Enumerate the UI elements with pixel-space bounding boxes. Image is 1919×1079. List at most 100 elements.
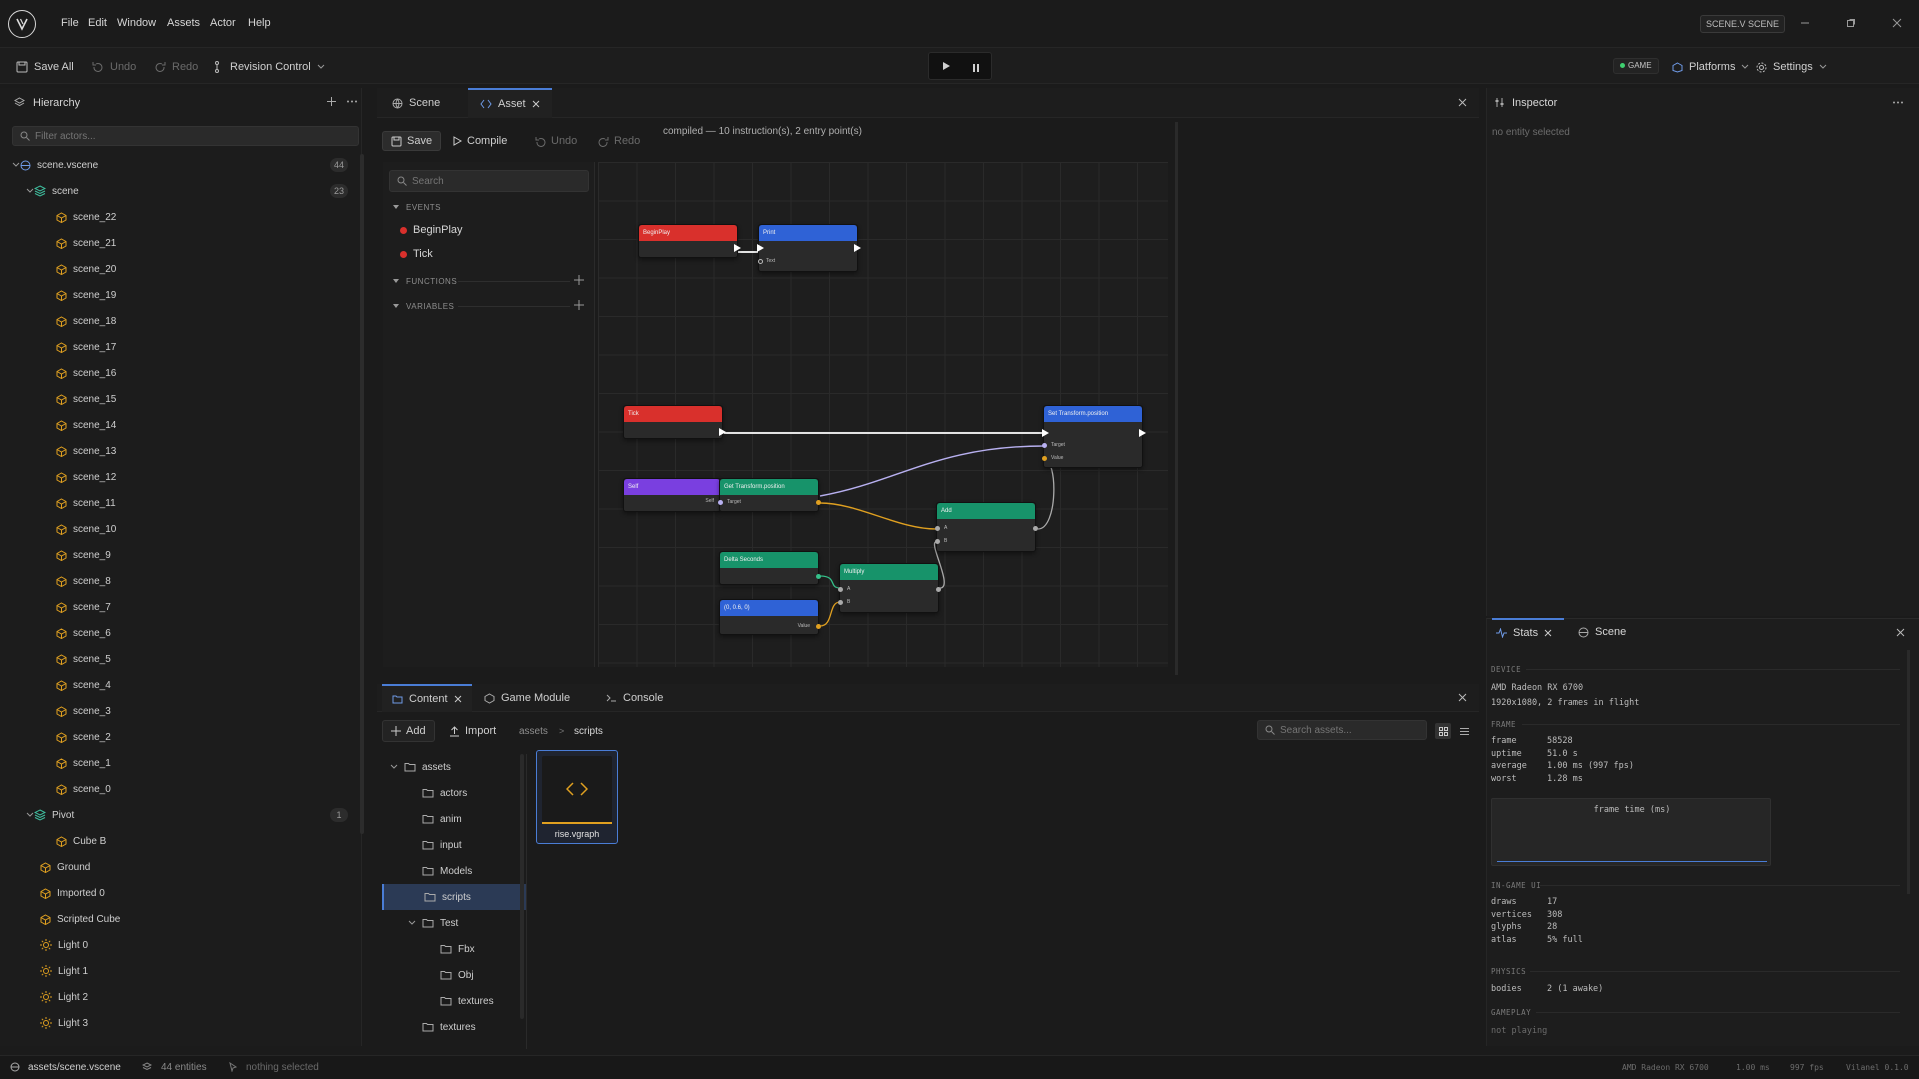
import-button[interactable]: Import bbox=[440, 720, 505, 742]
editor-scrollbar[interactable] bbox=[1175, 122, 1178, 675]
b-pin[interactable] bbox=[838, 600, 843, 605]
node-multiply[interactable]: Multiply A B bbox=[838, 563, 941, 613]
add-asset-button[interactable]: Add bbox=[382, 720, 435, 742]
exec-in-pin[interactable] bbox=[757, 244, 764, 252]
float-out-pin[interactable] bbox=[816, 574, 821, 579]
menu-edit[interactable]: Edit bbox=[88, 17, 107, 29]
exec-out-pin[interactable] bbox=[734, 244, 741, 252]
a-pin[interactable] bbox=[838, 587, 843, 592]
value-pin[interactable] bbox=[1042, 456, 1047, 461]
close-panel-icon[interactable] bbox=[1458, 98, 1467, 107]
tree-item[interactable]: scene_15 bbox=[0, 386, 358, 412]
vector-out-pin[interactable] bbox=[816, 624, 821, 629]
tree-item[interactable]: scene_8 bbox=[0, 568, 358, 594]
event-item-tick[interactable]: Tick bbox=[400, 248, 433, 260]
tree-item[interactable]: scene_1 bbox=[0, 750, 358, 776]
graph-redo-button[interactable]: Redo bbox=[598, 131, 640, 151]
tree-item[interactable]: scene_18 bbox=[0, 308, 358, 334]
result-pin[interactable] bbox=[936, 587, 941, 592]
folder-item[interactable]: textures bbox=[382, 988, 526, 1014]
more-icon[interactable] bbox=[346, 96, 358, 107]
graph-search[interactable] bbox=[389, 170, 589, 192]
node-tick[interactable]: Tick bbox=[623, 405, 726, 439]
asset-search-input[interactable] bbox=[1280, 723, 1420, 738]
tree-item[interactable]: Light 1 bbox=[0, 958, 358, 984]
pause-icon[interactable] bbox=[968, 60, 984, 76]
tab-scene-stats[interactable]: Scene bbox=[1578, 618, 1626, 646]
tree-item[interactable]: scene_3 bbox=[0, 698, 358, 724]
breadcrumb-scripts[interactable]: scripts bbox=[574, 726, 603, 737]
folder-item[interactable]: assets bbox=[382, 754, 526, 780]
tree-item-pivot[interactable]: Pivot 1 bbox=[0, 802, 358, 828]
play-icon[interactable] bbox=[938, 58, 954, 74]
tree-item[interactable]: Light 0 bbox=[0, 932, 358, 958]
close-window-icon[interactable] bbox=[1888, 14, 1906, 32]
folder-item[interactable]: Obj bbox=[382, 962, 526, 988]
folder-item[interactable]: Models bbox=[382, 858, 526, 884]
node-delta-seconds[interactable]: Delta Seconds bbox=[719, 551, 821, 585]
a-pin[interactable] bbox=[935, 526, 940, 531]
hierarchy-scrollbar[interactable] bbox=[360, 154, 364, 834]
tree-item[interactable]: scene_21 bbox=[0, 230, 358, 256]
tree-item-scene-group[interactable]: scene 23 bbox=[0, 178, 358, 204]
folder-item[interactable]: textures bbox=[382, 1014, 526, 1040]
event-item-beginplay[interactable]: BeginPlay bbox=[400, 224, 463, 236]
exec-in-pin[interactable] bbox=[1042, 429, 1049, 437]
node-print[interactable]: Print Text bbox=[757, 224, 861, 272]
add-function-icon[interactable] bbox=[574, 275, 584, 285]
tab-asset[interactable]: Asset bbox=[468, 88, 552, 118]
tree-item-root[interactable]: scene.vscene 44 bbox=[0, 152, 358, 178]
close-panel-icon[interactable] bbox=[1896, 628, 1905, 637]
tree-item[interactable]: Imported 0 bbox=[0, 880, 358, 906]
tree-item[interactable]: scene_2 bbox=[0, 724, 358, 750]
folder-item[interactable]: input bbox=[382, 832, 526, 858]
undo-button[interactable]: Undo bbox=[92, 61, 136, 73]
caret-down-icon[interactable] bbox=[392, 203, 400, 211]
revision-control-button[interactable]: Revision Control bbox=[214, 61, 325, 73]
result-pin[interactable] bbox=[1033, 526, 1038, 531]
grid-view-icon[interactable] bbox=[1435, 723, 1451, 739]
caret-down-icon[interactable] bbox=[392, 302, 400, 310]
list-view-icon[interactable] bbox=[1456, 723, 1472, 739]
tree-item[interactable]: scene_0 bbox=[0, 776, 358, 802]
tab-stats[interactable]: Stats bbox=[1492, 618, 1564, 646]
tree-item[interactable]: scene_16 bbox=[0, 360, 358, 386]
tree-item[interactable]: scene_14 bbox=[0, 412, 358, 438]
tree-item[interactable]: scene_10 bbox=[0, 516, 358, 542]
tree-item[interactable]: scene_12 bbox=[0, 464, 358, 490]
target-pin[interactable] bbox=[1042, 443, 1047, 448]
hierarchy-filter[interactable] bbox=[12, 126, 359, 146]
folder-item[interactable]: Test bbox=[382, 910, 526, 936]
b-pin[interactable] bbox=[935, 539, 940, 544]
tree-item[interactable]: scene_5 bbox=[0, 646, 358, 672]
exec-out-pin[interactable] bbox=[719, 428, 726, 436]
folder-item[interactable]: anim bbox=[382, 806, 526, 832]
node-add[interactable]: Add A B bbox=[935, 502, 1038, 552]
asset-search[interactable] bbox=[1257, 720, 1427, 740]
breadcrumb-assets[interactable]: assets bbox=[519, 726, 548, 737]
folder-item[interactable]: actors bbox=[382, 780, 526, 806]
tree-item[interactable]: scene_19 bbox=[0, 282, 358, 308]
tree-item[interactable]: Light 2 bbox=[0, 984, 358, 1010]
menu-actor[interactable]: Actor bbox=[210, 17, 236, 29]
node-get-transform[interactable]: Get Transform.position Target bbox=[718, 478, 821, 512]
menu-help[interactable]: Help bbox=[248, 17, 271, 29]
tree-item[interactable]: scene_4 bbox=[0, 672, 358, 698]
tab-content[interactable]: Content bbox=[382, 684, 472, 712]
asset-tile-rise-vgraph[interactable]: rise.vgraph bbox=[536, 750, 618, 844]
add-variable-icon[interactable] bbox=[574, 300, 584, 310]
tree-item[interactable]: scene_11 bbox=[0, 490, 358, 516]
platforms-button[interactable]: Platforms bbox=[1672, 61, 1749, 73]
node-beginplay[interactable]: BeginPlay bbox=[638, 224, 741, 258]
menu-file[interactable]: File bbox=[61, 17, 79, 29]
tab-game-module[interactable]: Game Module bbox=[474, 684, 580, 712]
tree-item[interactable]: Scripted Cube bbox=[0, 906, 358, 932]
close-panel-icon[interactable] bbox=[1458, 693, 1467, 702]
exec-out-pin[interactable] bbox=[1139, 429, 1146, 437]
stats-scrollbar[interactable] bbox=[1907, 650, 1910, 894]
folder-item[interactable]: scripts bbox=[382, 884, 526, 910]
menu-assets[interactable]: Assets bbox=[167, 17, 200, 29]
restore-icon[interactable] bbox=[1842, 14, 1860, 32]
graph-save-button[interactable]: Save bbox=[382, 131, 442, 151]
more-icon[interactable] bbox=[1892, 97, 1904, 108]
